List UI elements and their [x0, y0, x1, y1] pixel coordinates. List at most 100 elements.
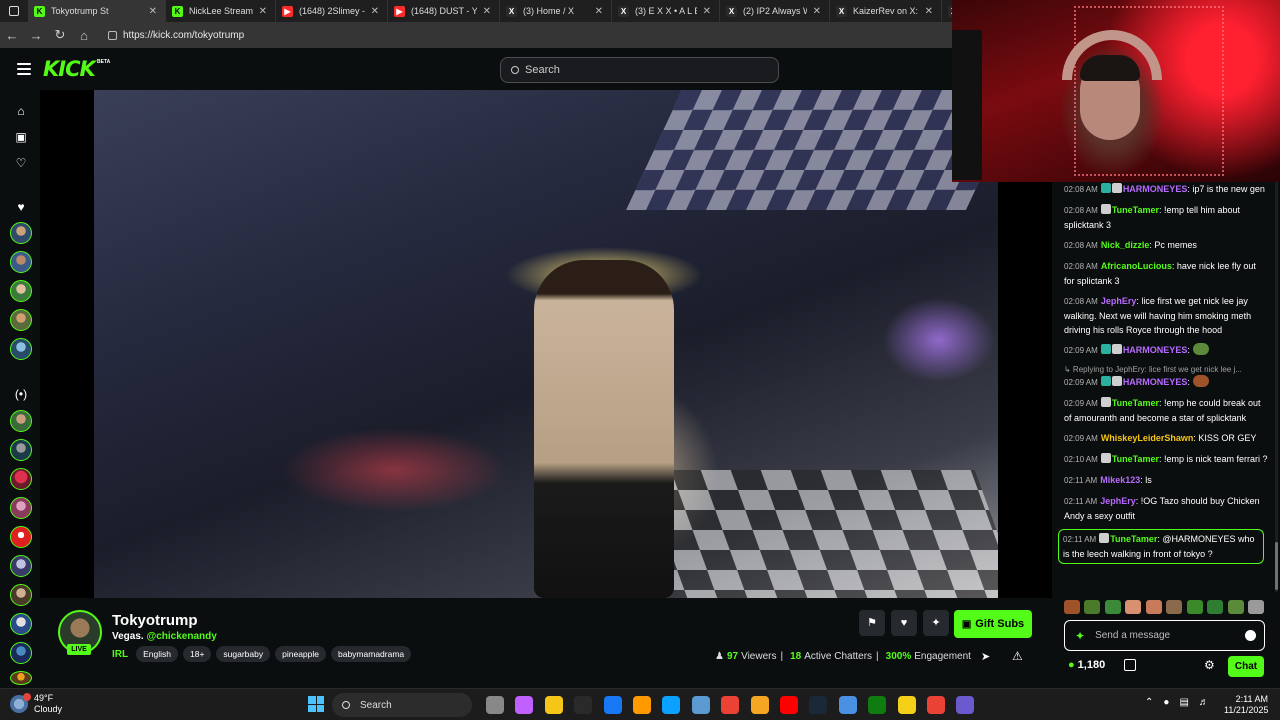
quick-emote-icon[interactable] [1186, 600, 1203, 614]
recommended-channel-avatar[interactable] [10, 613, 32, 635]
chat-message[interactable]: 02:09 AM WhiskeyLeiderShawn: KISS OR GEY [1064, 431, 1268, 446]
chat-username[interactable]: TuneTamer [1112, 398, 1159, 408]
recommended-channel-avatar[interactable] [10, 671, 32, 685]
quick-emote-icon[interactable] [1207, 600, 1224, 614]
quick-emote-icon[interactable] [1084, 600, 1101, 614]
reload-icon[interactable]: ↻ [48, 27, 72, 43]
chat-username[interactable]: TuneTamer [1112, 454, 1159, 464]
browser-tab[interactable]: ▶ (1648) 2Slimey - Vet ✕ [276, 0, 388, 22]
taskbar-app-icon[interactable] [691, 696, 710, 714]
report-icon[interactable]: ⚠ [1012, 649, 1023, 663]
recommended-channel-avatar[interactable] [10, 555, 32, 577]
chat-message[interactable]: 02:09 AM HARMONEYES: [1064, 343, 1268, 358]
volume-icon[interactable]: ♬ [1199, 697, 1209, 708]
gift-subs-button[interactable]: ▣ Gift Subs [954, 610, 1032, 638]
quick-emote-icon[interactable] [1064, 600, 1080, 614]
close-tab-icon[interactable]: ✕ [483, 6, 491, 17]
close-tab-icon[interactable]: ✕ [595, 6, 603, 17]
quick-emote-icon[interactable] [1247, 600, 1264, 614]
chat-message[interactable]: 02:08 AM TuneTamer: !emp tell him about s… [1064, 203, 1268, 232]
send-chat-button[interactable]: Chat [1228, 656, 1264, 677]
recommended-channel-avatar[interactable] [10, 497, 32, 519]
chat-username[interactable]: HARMONEYES [1123, 184, 1188, 194]
close-tab-icon[interactable]: ✕ [813, 6, 821, 17]
taskbar-app-icon[interactable] [927, 696, 945, 714]
following-icon[interactable]: ♡ [14, 156, 28, 170]
chat-username[interactable]: TuneTamer [1110, 534, 1157, 544]
stream-video[interactable] [94, 90, 998, 598]
browse-icon[interactable]: ▣ [14, 130, 28, 144]
browser-tab[interactable]: X (3) Home / X ✕ [500, 0, 612, 22]
chat-username[interactable]: TuneTamer [1112, 205, 1159, 215]
chat-username[interactable]: Mikek123 [1100, 475, 1140, 485]
taskbar-app-icon[interactable] [662, 696, 681, 714]
chat-message[interactable]: 02:08 AM JephEry: lice first we get nick … [1064, 294, 1268, 337]
emote-spark-icon[interactable]: ✦ [1075, 629, 1085, 643]
taskbar-search[interactable]: Search [332, 693, 472, 717]
chat-username[interactable]: Nick_dizzle [1101, 240, 1150, 250]
tag-pill[interactable]: English [136, 646, 178, 662]
taskbar-app-icon[interactable] [780, 696, 798, 714]
quick-emote-icon[interactable] [1227, 600, 1244, 614]
gear-icon[interactable]: ⚙ [1204, 658, 1215, 672]
chat-username[interactable]: JephEry [1101, 296, 1137, 306]
chat-username[interactable]: JephEry [1100, 496, 1136, 506]
chat-message[interactable]: 02:11 AM TuneTamer: @HARMONEYES who is th… [1058, 529, 1264, 564]
reply-context[interactable]: ↳ Replying to JephEry: lice first we get… [1064, 364, 1268, 375]
weather-widget[interactable]: 49°F Cloudy [10, 693, 62, 715]
home-icon[interactable]: ⌂ [72, 28, 96, 43]
taskbar-app-icon[interactable] [515, 696, 534, 714]
taskbar-clock[interactable]: 2:11 AM 11/21/2025 [1224, 694, 1268, 716]
close-tab-icon[interactable]: ✕ [259, 6, 267, 17]
chat-message[interactable]: 02:08 AM HARMONEYES: ip7 is the new gen [1064, 182, 1268, 197]
share-icon[interactable]: ➤ [981, 650, 990, 663]
browser-tab[interactable]: X (3) E X X • A L E R T ✕ [612, 0, 720, 22]
tag-pill[interactable]: sugarbaby [216, 646, 271, 662]
recommended-channel-avatar[interactable] [10, 642, 32, 664]
taskbar-app-icon[interactable] [956, 696, 975, 714]
quick-emote-icon[interactable] [1104, 600, 1121, 614]
emoji-icon[interactable] [1245, 630, 1256, 641]
chat-username[interactable]: HARMONEYES [1123, 345, 1188, 355]
chat-message[interactable]: 02:09 AM HARMONEYES: [1064, 375, 1268, 390]
quick-emote-icon[interactable] [1166, 600, 1183, 614]
tag-pill[interactable]: 18+ [183, 646, 212, 662]
close-tab-icon[interactable]: ✕ [371, 6, 379, 17]
quick-emote-icon[interactable] [1125, 600, 1142, 614]
window-menu-icon[interactable] [0, 0, 28, 22]
followed-channel-avatar[interactable] [10, 251, 32, 273]
browser-tab[interactable]: ▶ (1648) DUST - YouT ✕ [388, 0, 500, 22]
kick-logo[interactable]: KICK [43, 57, 96, 81]
url-field[interactable]: https://kick.com/tokyotrump [108, 30, 244, 41]
taskbar-app-icon[interactable] [868, 696, 887, 714]
windows-start-icon[interactable] [308, 696, 324, 712]
browser-tab[interactable]: K NickLee Stream ✕ [166, 0, 276, 22]
tag-pill[interactable]: babymamadrama [331, 646, 412, 662]
recommended-channel-avatar[interactable] [10, 526, 32, 548]
mic-icon[interactable]: ● [1163, 697, 1169, 708]
chat-message[interactable]: 02:10 AM TuneTamer: !emp is nick team fer… [1064, 452, 1268, 467]
chat-username[interactable]: HARMONEYES [1123, 377, 1188, 387]
recommended-channel-avatar[interactable] [10, 584, 32, 606]
taskbar-app-icon[interactable] [486, 696, 504, 714]
chat-message[interactable]: 02:11 AM JephEry: !OG Tazo should buy Chi… [1064, 494, 1268, 523]
channel-points[interactable]: ● 1,180 [1068, 659, 1105, 671]
clip-button[interactable]: ✦ [923, 610, 949, 636]
taskbar-app-icon[interactable] [574, 696, 593, 714]
chat-scrollbar[interactable] [1275, 182, 1278, 592]
chat-message[interactable]: 02:09 AM TuneTamer: !emp he could break o… [1064, 396, 1268, 425]
chevron-up-icon[interactable]: ⌃ [1145, 697, 1153, 708]
network-icon[interactable]: ▤ [1179, 697, 1188, 708]
chat-message[interactable]: 02:08 AM Nick_dizzle: Pc memes [1064, 238, 1268, 253]
video-player[interactable] [40, 90, 1052, 598]
browser-tab[interactable]: K Tokyotrump St ✕ [28, 0, 166, 22]
close-tab-icon[interactable]: ✕ [925, 6, 933, 17]
taskbar-app-icon[interactable] [897, 696, 916, 714]
menu-icon[interactable] [17, 63, 31, 75]
browser-tab[interactable]: X (2) IP2 Always Wins ✕ [720, 0, 830, 22]
follow-button[interactable]: ♥ [891, 610, 917, 636]
search-input[interactable]: Search [500, 57, 779, 83]
recommended-channel-avatar[interactable] [10, 439, 32, 461]
taskbar-app-icon[interactable] [809, 696, 828, 714]
recommended-channel-avatar[interactable] [10, 468, 32, 490]
